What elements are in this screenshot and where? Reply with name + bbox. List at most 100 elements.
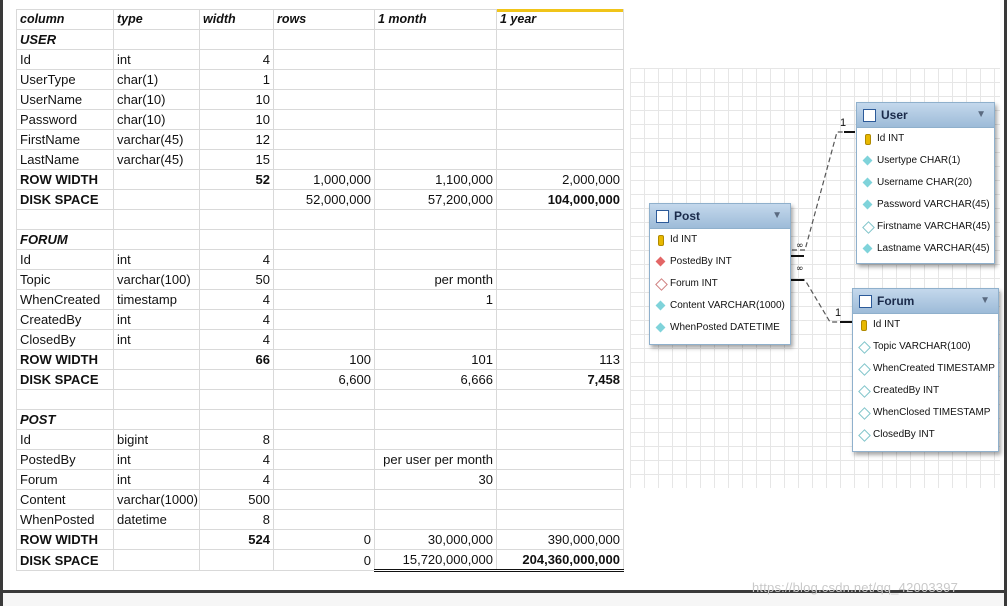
cell-column[interactable]: WhenPosted xyxy=(16,509,114,530)
cell[interactable] xyxy=(273,489,375,510)
cell-type[interactable]: timestamp xyxy=(113,289,200,310)
chevron-down-icon[interactable]: ▼ xyxy=(980,295,990,306)
cell[interactable] xyxy=(374,109,497,130)
cell-note[interactable] xyxy=(374,329,497,350)
cell[interactable] xyxy=(374,389,497,410)
er-table-header[interactable]: Forum ▼ xyxy=(853,289,998,314)
er-table-header[interactable]: User ▼ xyxy=(857,103,994,128)
cell-type[interactable]: varchar(45) xyxy=(113,149,200,170)
header-1-year[interactable]: 1 year xyxy=(496,9,624,30)
cell-column[interactable]: Forum xyxy=(16,469,114,490)
cell[interactable] xyxy=(16,389,114,410)
cell-width[interactable]: 10 xyxy=(199,89,274,110)
disk-year-value[interactable]: 204,360,000,000 xyxy=(496,549,624,572)
cell-width[interactable]: 4 xyxy=(199,329,274,350)
cell[interactable] xyxy=(496,409,624,430)
cell[interactable] xyxy=(273,269,375,290)
er-table-header[interactable]: Post ▼ xyxy=(650,204,790,229)
row-width-value[interactable]: 524 xyxy=(199,529,274,550)
year-value[interactable]: 113 xyxy=(496,349,624,370)
cell-width[interactable]: 4 xyxy=(199,249,274,270)
cell-column[interactable]: Id xyxy=(16,49,114,70)
er-column[interactable]: Id INT xyxy=(857,128,994,150)
cell[interactable] xyxy=(496,309,624,330)
cell-note[interactable] xyxy=(374,309,497,330)
cell[interactable] xyxy=(374,149,497,170)
row-width-value[interactable]: 66 xyxy=(199,349,274,370)
cell[interactable] xyxy=(113,189,200,210)
header-column[interactable]: column xyxy=(16,9,114,30)
cell[interactable] xyxy=(496,269,624,290)
cell-column[interactable]: FirstName xyxy=(16,129,114,150)
cell-column[interactable]: Password xyxy=(16,109,114,130)
cell-width[interactable]: 15 xyxy=(199,149,274,170)
cell[interactable] xyxy=(374,129,497,150)
cell-type[interactable]: char(1) xyxy=(113,69,200,90)
disk-rows-value[interactable]: 6,600 xyxy=(273,369,375,390)
cell[interactable] xyxy=(496,209,624,230)
disk-space-label[interactable]: DISK SPACE xyxy=(16,189,114,210)
cell[interactable] xyxy=(374,69,497,90)
cell[interactable] xyxy=(273,469,375,490)
cell[interactable] xyxy=(199,229,274,250)
cell-column[interactable]: UserName xyxy=(16,89,114,110)
cell-width[interactable]: 4 xyxy=(199,469,274,490)
er-column[interactable]: Id INT xyxy=(650,229,790,251)
cell[interactable] xyxy=(199,409,274,430)
month-value[interactable]: 1,100,000 xyxy=(374,169,497,190)
cell-column[interactable]: LastName xyxy=(16,149,114,170)
month-value[interactable]: 101 xyxy=(374,349,497,370)
year-value[interactable]: 390,000,000 xyxy=(496,529,624,550)
cell-width[interactable]: 4 xyxy=(199,289,274,310)
er-column[interactable]: WhenClosed TIMESTAMP xyxy=(853,402,998,424)
er-column[interactable]: Id INT xyxy=(853,314,998,336)
disk-year-value[interactable]: 7,458 xyxy=(496,369,624,390)
cell-column[interactable]: CreatedBy xyxy=(16,309,114,330)
row-width-label[interactable]: ROW WIDTH xyxy=(16,529,114,550)
cell[interactable] xyxy=(199,389,274,410)
cell[interactable] xyxy=(113,349,200,370)
cell-type[interactable]: char(10) xyxy=(113,109,200,130)
cell[interactable] xyxy=(273,89,375,110)
disk-month-value[interactable]: 6,666 xyxy=(374,369,497,390)
header-1-month[interactable]: 1 month xyxy=(374,9,497,30)
cell-width[interactable]: 500 xyxy=(199,489,274,510)
rows-value[interactable]: 1,000,000 xyxy=(273,169,375,190)
cell[interactable] xyxy=(496,109,624,130)
cell-width[interactable]: 12 xyxy=(199,129,274,150)
cell[interactable] xyxy=(113,209,200,230)
cell[interactable] xyxy=(496,149,624,170)
cell-type[interactable]: varchar(100) xyxy=(113,269,200,290)
cell[interactable] xyxy=(496,129,624,150)
cell[interactable] xyxy=(496,69,624,90)
er-column[interactable]: Username CHAR(20) xyxy=(857,172,994,194)
year-value[interactable]: 2,000,000 xyxy=(496,169,624,190)
cell[interactable] xyxy=(113,29,200,50)
cell[interactable] xyxy=(113,369,200,390)
cell[interactable] xyxy=(496,229,624,250)
cell-width[interactable]: 4 xyxy=(199,449,274,470)
cell[interactable] xyxy=(199,29,274,50)
rows-value[interactable]: 0 xyxy=(273,529,375,550)
cell-type[interactable]: int xyxy=(113,449,200,470)
cell-note[interactable] xyxy=(374,429,497,450)
er-column[interactable]: CreatedBy INT xyxy=(853,380,998,402)
cell[interactable] xyxy=(374,229,497,250)
cell-column[interactable]: WhenCreated xyxy=(16,289,114,310)
cell[interactable] xyxy=(273,429,375,450)
cell[interactable] xyxy=(113,169,200,190)
cell[interactable] xyxy=(374,209,497,230)
cell[interactable] xyxy=(273,109,375,130)
cell[interactable] xyxy=(496,49,624,70)
disk-rows-value[interactable]: 0 xyxy=(273,549,375,571)
cell-type[interactable]: bigint xyxy=(113,429,200,450)
cell-width[interactable]: 4 xyxy=(199,49,274,70)
cell[interactable] xyxy=(496,389,624,410)
section-title-user[interactable]: USER xyxy=(16,29,114,50)
cell[interactable] xyxy=(374,409,497,430)
month-value[interactable]: 30,000,000 xyxy=(374,529,497,550)
cell[interactable] xyxy=(113,549,200,571)
cell[interactable] xyxy=(199,189,274,210)
cell[interactable] xyxy=(496,469,624,490)
cell-width[interactable]: 10 xyxy=(199,109,274,130)
